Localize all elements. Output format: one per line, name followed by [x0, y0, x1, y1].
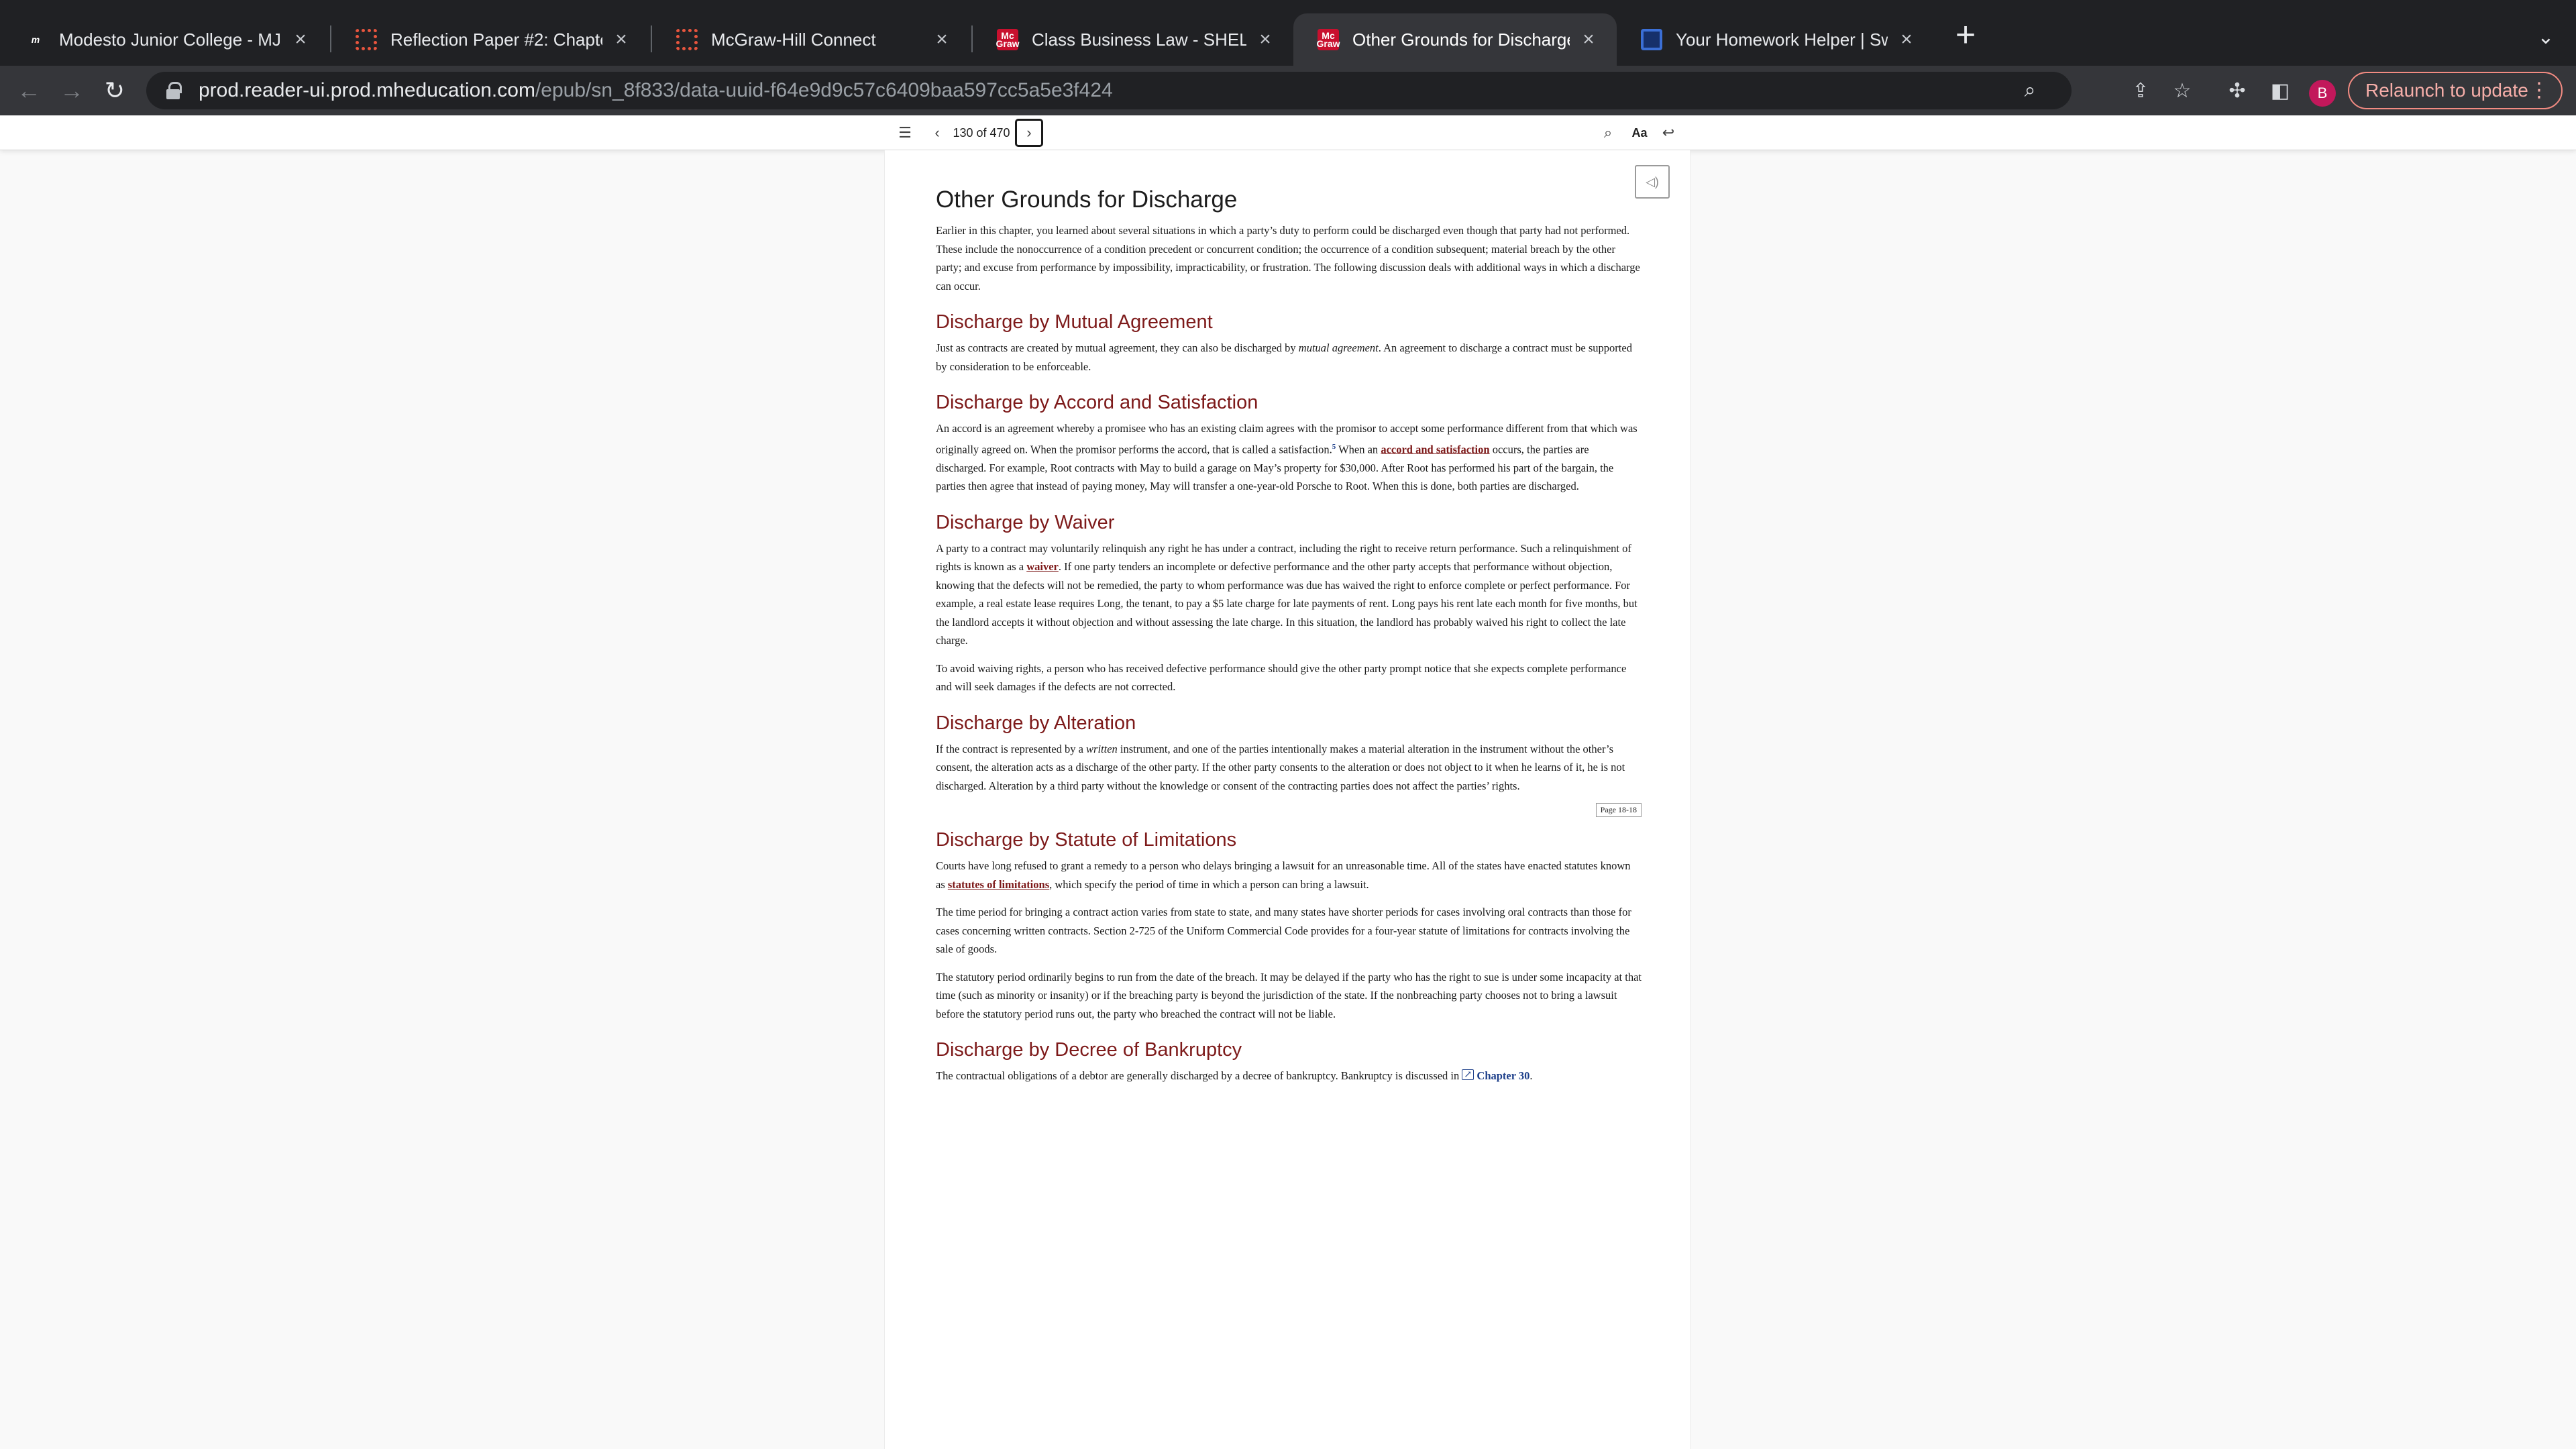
heading-alteration: Discharge by Alteration: [936, 712, 1136, 734]
alteration-paragraph: If the contract is represented by a writ…: [936, 742, 1625, 792]
close-icon[interactable]: ×: [1896, 28, 1917, 50]
limitations-paragraph-1: Courts have long refused to grant a reme…: [936, 859, 1631, 891]
tab-title: McGraw-Hill Connect: [711, 29, 876, 50]
share-icon[interactable]: ⇪: [2121, 71, 2160, 110]
reader-toolbar: ☰ ‹ 130 of 470 › ⌕ Aa ↩: [0, 115, 2576, 150]
canvas-logo-icon: [356, 29, 377, 50]
url-text[interactable]: prod.reader-ui.prod.mheducation.com/epub…: [199, 79, 1113, 102]
mcgraw-hill-logo-icon: Mc Graw: [996, 29, 1020, 50]
tab-reflection-paper[interactable]: Reflection Paper #2: Chapters ×: [331, 13, 649, 66]
heading-waiver: Discharge by Waiver: [936, 511, 1115, 533]
next-page-chevron-icon[interactable]: ›: [1015, 119, 1043, 147]
back-arrow-icon[interactable]: ←: [9, 71, 48, 110]
external-link-icon: [1462, 1066, 1474, 1085]
lock-icon[interactable]: [165, 82, 182, 99]
mcgraw-hill-logo-icon: Mc Graw: [1316, 29, 1340, 50]
glossary-term-accord-satisfaction[interactable]: accord and satisfaction: [1381, 443, 1489, 455]
page-marker: Page 18-18: [936, 803, 1642, 817]
tab-search-chevron-icon[interactable]: ⌄: [2529, 20, 2563, 54]
limitations-paragraph-3: The statutory period ordinarily begins t…: [936, 970, 1642, 1020]
extensions-puzzle-icon[interactable]: ✣: [2218, 71, 2257, 110]
close-icon[interactable]: ×: [610, 28, 632, 50]
relaunch-label: Relaunch to update: [2365, 80, 2528, 101]
tab-title: Reflection Paper #2: Chapters: [390, 29, 602, 50]
browser-toolbar: ← → ↻ prod.reader-ui.prod.mheducation.co…: [0, 66, 2576, 115]
tab-title: Other Grounds for Discharge: [1352, 29, 1570, 50]
font-settings-button[interactable]: Aa: [1627, 119, 1652, 146]
waiver-paragraph-2: To avoid waiving rights, a person who ha…: [936, 661, 1627, 694]
canvas-logo-icon: [676, 29, 698, 50]
tab-other-grounds[interactable]: Mc Graw Other Grounds for Discharge ×: [1293, 13, 1617, 66]
search-icon[interactable]: ⌕: [1598, 119, 1618, 146]
close-icon[interactable]: ×: [290, 28, 311, 50]
chapter-30-link[interactable]: Chapter 30: [1477, 1069, 1529, 1082]
intro-paragraph: Earlier in this chapter, you learned abo…: [936, 224, 1640, 292]
forward-arrow-icon[interactable]: →: [52, 71, 91, 110]
return-arrow-icon[interactable]: ↩: [1658, 119, 1678, 146]
waiver-paragraph-1: A party to a contract may voluntarily re…: [936, 541, 1638, 647]
article-content: Other Grounds for Discharge Earlier in t…: [936, 186, 1642, 1095]
close-icon[interactable]: ×: [1578, 28, 1599, 50]
profile-avatar[interactable]: B: [2309, 80, 2336, 107]
mutual-agreement-paragraph: Just as contracts are created by mutual …: [936, 341, 1632, 373]
zoom-search-icon[interactable]: ⌕: [2011, 72, 2049, 109]
relaunch-button[interactable]: Relaunch to update ⋮: [2348, 72, 2563, 109]
tab-title: Class Business Law - SHELLEY: [1032, 29, 1246, 50]
mjc-logo-icon: m: [31, 34, 40, 45]
accord-paragraph: An accord is an agreement whereby a prom…: [936, 422, 1638, 492]
heading-statute-limitations: Discharge by Statute of Limitations: [936, 829, 1237, 851]
tab-strip: m Modesto Junior College - MJC × Reflect…: [0, 0, 2576, 66]
heading-accord-satisfaction: Discharge by Accord and Satisfaction: [936, 392, 1258, 413]
bankruptcy-paragraph: The contractual obligations of a debtor …: [936, 1066, 1642, 1085]
tab-connect[interactable]: McGraw-Hill Connect ×: [652, 13, 970, 66]
glossary-term-statutes-of-limitations[interactable]: statutes of limitations: [948, 878, 1049, 891]
close-icon[interactable]: ×: [931, 28, 953, 50]
reload-icon[interactable]: ↻: [95, 71, 134, 110]
tab-title: Your Homework Helper | Sweet: [1676, 29, 1888, 50]
side-panel-icon[interactable]: ◧: [2261, 71, 2300, 110]
table-of-contents-icon[interactable]: ☰: [895, 119, 915, 146]
heading-bankruptcy: Discharge by Decree of Bankruptcy: [936, 1039, 1242, 1061]
limitations-paragraph-2: The time period for bringing a contract …: [936, 906, 1631, 955]
address-bar[interactable]: prod.reader-ui.prod.mheducation.com/epub…: [146, 72, 2072, 109]
reader-page: ◁) Other Grounds for Discharge Earlier i…: [884, 150, 1690, 1449]
tab-title: Modesto Junior College - MJC: [59, 29, 282, 50]
kebab-menu-icon[interactable]: ⋮: [2529, 78, 2549, 102]
heading-mutual-agreement: Discharge by Mutual Agreement: [936, 311, 1213, 333]
close-icon[interactable]: ×: [1254, 28, 1276, 50]
glossary-term-waiver[interactable]: waiver: [1026, 560, 1059, 573]
page-title: Other Grounds for Discharge: [936, 186, 1238, 213]
new-tab-button[interactable]: +: [1947, 15, 1984, 54]
globe-icon: [1641, 29, 1662, 50]
previous-page-chevron-icon[interactable]: ‹: [927, 119, 947, 146]
tab-homework-helper[interactable]: Your Homework Helper | Sweet ×: [1617, 13, 1935, 66]
tab-business-law[interactable]: McGraw Class Business Law - SHELLEY ×: [973, 13, 1293, 66]
tab-modesto[interactable]: m Modesto Junior College - MJC ×: [0, 13, 329, 66]
bookmark-star-icon[interactable]: ☆: [2163, 71, 2202, 110]
page-indicator: 130 of 470: [953, 125, 1010, 140]
